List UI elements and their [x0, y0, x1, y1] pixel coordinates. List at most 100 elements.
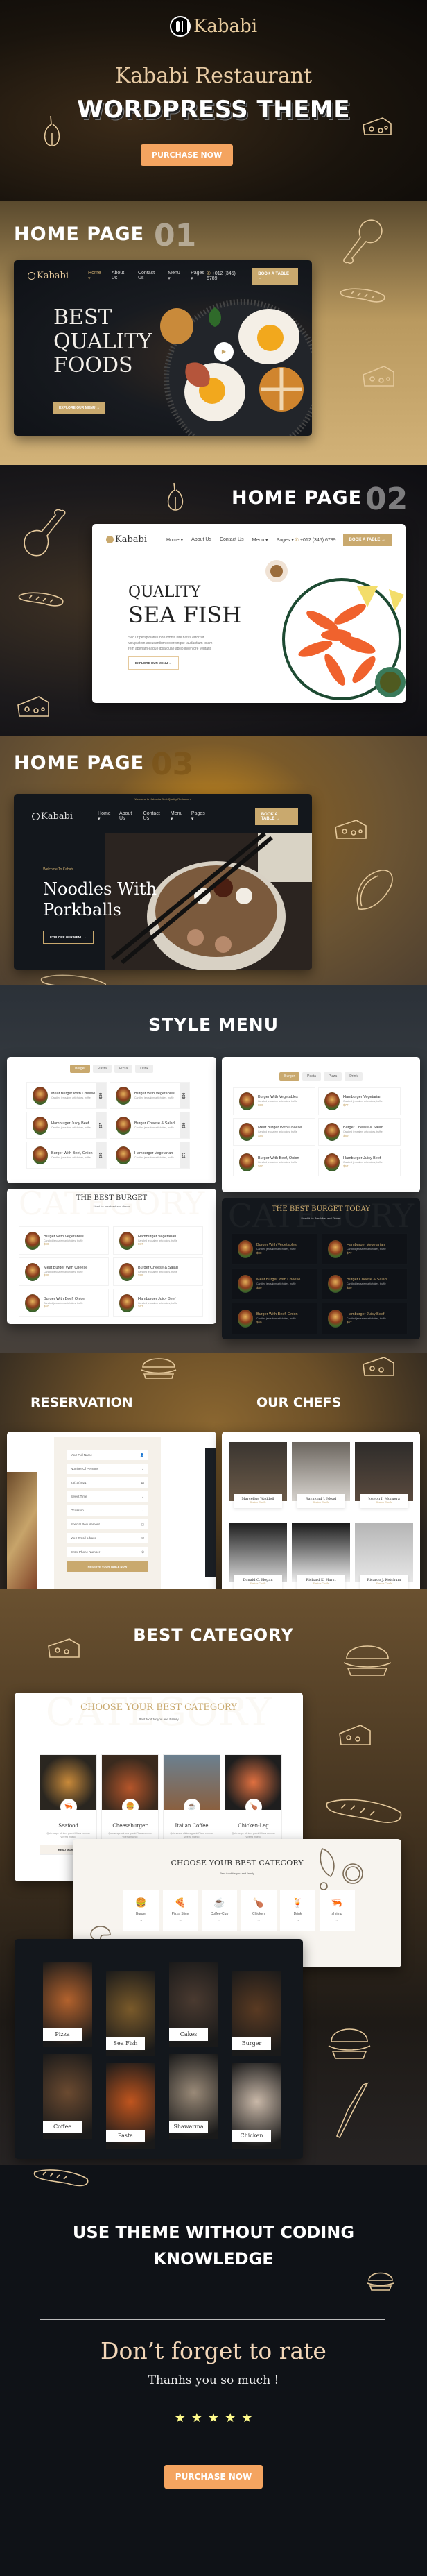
category-tile[interactable]: 🍗 Chicken → — [241, 1890, 277, 1931]
menu-item[interactable]: Hamburger Vegetarian Candied jerusalem ar… — [322, 1233, 408, 1265]
menu-item[interactable]: Burger With Vegetables Candied jerusalem … — [110, 1082, 190, 1109]
home3-preview[interactable]: Welcome to Kababi a Best-Quality Restaur… — [14, 794, 312, 970]
menu-item[interactable]: Burger With Beef, Onion Candied jerusalem… — [19, 1289, 109, 1317]
menu-item[interactable]: Hamburger Juicy Beef Candied jerusalem ar… — [113, 1289, 203, 1317]
home1-preview[interactable]: Kababi Home ▾ About Us Contact Us Menu ▾… — [14, 260, 312, 436]
tab-pizza[interactable]: Pizza — [323, 1072, 342, 1081]
chef-card[interactable]: Donald C. Hogan Senior Chefs — [229, 1523, 287, 1589]
nav-phone[interactable]: ✆ +012 (345) 6789 — [207, 271, 245, 281]
explore-menu-button[interactable]: EXPLORE OUR MENU → — [128, 656, 180, 670]
nav-link-menu[interactable]: Menu ▾ — [252, 537, 268, 543]
book-table-button[interactable]: BOOK A TABLE → — [342, 533, 392, 546]
gallery-tile[interactable]: Burger — [232, 1971, 281, 2056]
menu-item-price-tag: $77 — [180, 1142, 189, 1168]
menu-item[interactable]: Burger With Beef, Onion Candied jerusalem… — [232, 1303, 317, 1334]
menu-item[interactable]: Burger Cheese & Salad Candied jerusalem a… — [113, 1257, 203, 1286]
chef-card[interactable]: Ricardo J. Ketchum Senior Chefs — [355, 1523, 413, 1589]
cheese-doodle-icon — [335, 820, 367, 839]
chef-card[interactable]: Joseph I. Moruera Senior Chefs — [355, 1442, 413, 1508]
chef-card[interactable]: Marcellus Waddell Senior Chefs — [229, 1442, 287, 1508]
reservation-field[interactable]: Special Requirement ▢ — [67, 1519, 148, 1530]
home1-nav-logo[interactable]: Kababi — [28, 271, 69, 281]
gallery-tile[interactable]: Pasta — [106, 2063, 155, 2149]
menu-item[interactable]: Burger With Beef, Onion Candied jerusalem… — [26, 1142, 107, 1169]
category-tile[interactable]: 🍔 Burger → — [123, 1890, 159, 1931]
gallery-tile[interactable]: Sea Fish — [106, 1971, 155, 2056]
menu-item[interactable]: Burger With Vegetables Candied jerusalem … — [233, 1087, 315, 1115]
book-table-button[interactable]: BOOK A TABLE → — [252, 267, 299, 285]
book-table-button[interactable]: BOOK A TABLE → — [254, 808, 298, 825]
explore-menu-button[interactable]: EXPLORE OUR MENU → — [43, 931, 94, 944]
tab-pasta[interactable]: Pasta — [93, 1065, 112, 1073]
reservation-field[interactable]: Occasion ⌄ — [67, 1505, 148, 1516]
reservation-field[interactable]: Number Of Persons ⌄ — [67, 1464, 148, 1474]
menu-item[interactable]: Burger Cheese & Salad Candied jerusalem a… — [110, 1112, 190, 1139]
gallery-tile[interactable]: Pizza — [43, 1962, 92, 2047]
menu-item[interactable]: Burger With Beef, Onion Candied jerusalem… — [233, 1149, 315, 1176]
home2-nav-logo[interactable]: Kababi — [106, 534, 147, 545]
menu-item[interactable]: Meat Burger With Cheese Candied jerusalem… — [26, 1082, 107, 1109]
nav-link-contact[interactable]: Contact Us — [220, 537, 244, 543]
nav-link-pages[interactable]: Pages ▾ — [191, 811, 205, 822]
menu-item[interactable]: Burger Cheese & Salad Candied jerusalem a… — [318, 1118, 401, 1146]
nav-link-contact[interactable]: Contact Us — [138, 271, 159, 281]
menu-item-text: Burger Cheese & Salad Candied jerusalem a… — [343, 1126, 383, 1138]
reserve-table-button[interactable]: RESERVE YOUR TABLE NOW — [67, 1561, 148, 1572]
menu-item[interactable]: Hamburger Vegetarian Candied jerusalem ar… — [113, 1226, 203, 1255]
tab-pizza[interactable]: Pizza — [114, 1065, 133, 1073]
menu-item[interactable]: Burger With Vegetables Candied jerusalem … — [19, 1226, 109, 1255]
menu-item[interactable]: Meat Burger With Cheese Candied jerusalem… — [233, 1118, 315, 1146]
nav-link-pages[interactable]: Pages ▾ — [277, 537, 294, 543]
play-video-button[interactable]: ▶ — [214, 342, 234, 362]
menu-item[interactable]: Burger Cheese & Salad Candied jerusalem a… — [322, 1268, 408, 1300]
menu-item[interactable]: Hamburger Vegetarian Candied jerusalem ar… — [110, 1142, 190, 1169]
brand-logo[interactable]: Kababi — [0, 15, 427, 37]
menu-item[interactable]: Hamburger Vegetarian Candied jerusalem ar… — [318, 1087, 401, 1115]
explore-menu-button[interactable]: EXPLORE OUR MENU → — [53, 402, 105, 414]
home3-nav-logo[interactable]: Kababi — [32, 811, 73, 822]
nav-link-contact[interactable]: Contact Us — [143, 811, 162, 822]
category-name: Chicken-Leg — [238, 1823, 269, 1829]
reservation-field[interactable]: Your Full Name 👤 — [67, 1450, 148, 1460]
footer-purchase-button[interactable]: PURCHASE NOW — [164, 2465, 263, 2489]
chef-card[interactable]: Raymond J. Mead Senior Chefs — [292, 1442, 350, 1508]
menu-item[interactable]: Meat Burger With Cheese Candied jerusalem… — [19, 1257, 109, 1286]
menu-item[interactable]: Hamburger Juicy Beef Candied jerusalem ar… — [318, 1149, 401, 1176]
reservation-field[interactable]: 23/10/2021 ▤ — [67, 1477, 148, 1488]
category-tile[interactable]: 🍹 Drink → — [280, 1890, 315, 1931]
tab-burger[interactable]: Burger — [279, 1072, 300, 1081]
field-icon: ⌄ — [141, 1508, 144, 1512]
nav-link-menu[interactable]: Menu ▾ — [168, 271, 182, 281]
reservation-field[interactable]: Enter Phone Number ✆ — [67, 1547, 148, 1557]
menu-item[interactable]: Hamburger Juicy Beef Candied jerusalem ar… — [322, 1303, 408, 1334]
gallery-tile[interactable]: Cakes — [169, 1962, 218, 2047]
burger-photo — [116, 1116, 131, 1135]
menu-item[interactable]: Meat Burger With Cheese Candied jerusalem… — [232, 1268, 317, 1300]
category-tile[interactable]: 🍕 Pizza Slice → — [162, 1890, 198, 1931]
menu-item[interactable]: Hamburger Juicy Beef Candied jerusalem ar… — [26, 1112, 107, 1139]
gallery-tile[interactable]: Shawarma — [169, 2054, 218, 2139]
nav-link-about[interactable]: About Us — [112, 271, 130, 281]
gallery-tile[interactable]: Chicken — [232, 2063, 281, 2149]
nav-link-pages[interactable]: Pages ▾ — [191, 271, 207, 281]
chef-card[interactable]: Richard K. Hurst Senior Chefs — [292, 1523, 350, 1589]
category-tile[interactable]: ☕ Coffee-Cup → — [202, 1890, 237, 1931]
tab-pasta[interactable]: Pasta — [302, 1072, 321, 1081]
reservation-field[interactable]: Your Email Adress ✉ — [67, 1533, 148, 1543]
hero-purchase-button[interactable]: PURCHASE NOW — [141, 144, 234, 166]
nav-link-menu[interactable]: Menu ▾ — [171, 811, 183, 822]
nav-link-about[interactable]: About Us — [191, 537, 211, 543]
tab-drink[interactable]: Drink — [135, 1065, 153, 1073]
reservation-field[interactable]: Select Time ⌄ — [67, 1491, 148, 1502]
category-tile[interactable]: 🦐 shrimp → — [319, 1890, 355, 1931]
gallery-tile[interactable]: Coffee — [43, 2054, 92, 2139]
nav-phone[interactable]: ✆ +012 (345) 6789 — [295, 537, 336, 543]
home2-preview[interactable]: Kababi Home ▾ About Us Contact Us Menu ▾… — [92, 524, 406, 703]
nav-link-home[interactable]: Home ▾ — [88, 271, 103, 281]
tab-burger[interactable]: Burger — [70, 1065, 91, 1073]
menu-item[interactable]: Burger With Vegetables Candied jerusalem … — [232, 1233, 317, 1265]
nav-link-about[interactable]: About Us — [119, 811, 135, 822]
nav-link-home[interactable]: Home ▾ — [166, 537, 183, 543]
nav-link-home[interactable]: Home ▾ — [98, 811, 111, 822]
tab-drink[interactable]: Drink — [345, 1072, 363, 1081]
